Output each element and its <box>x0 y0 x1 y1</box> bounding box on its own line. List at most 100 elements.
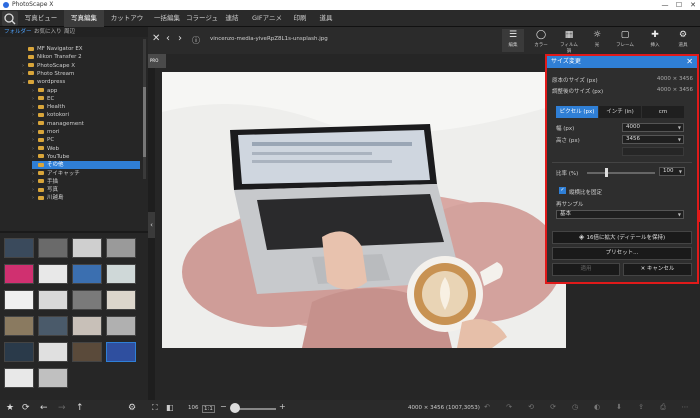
resample-select[interactable]: 基本 ▼ <box>556 210 684 219</box>
tool-button[interactable]: ⚙ 道具 <box>672 29 694 52</box>
dialog-close-icon[interactable]: ✕ <box>686 56 693 68</box>
history-icon[interactable]: ◷ <box>566 403 584 417</box>
tree-item[interactable]: › 川越島 <box>32 194 140 202</box>
tree-item[interactable]: › アイキャッチ <box>32 170 140 178</box>
thumbnail[interactable] <box>4 368 34 388</box>
keep-ratio-checkbox[interactable]: ✓ <box>559 187 566 194</box>
thumbnail[interactable] <box>38 342 68 362</box>
thumbnail[interactable] <box>4 316 34 336</box>
actual-size-button[interactable]: 1:1 <box>202 405 215 413</box>
tree-item[interactable]: › 写真 <box>32 186 140 194</box>
sidebar-tab-folders[interactable]: フォルダー <box>4 27 32 37</box>
thumbnail[interactable] <box>106 316 136 336</box>
thumbnail[interactable] <box>4 264 34 284</box>
tab-photo-editor[interactable]: 写真編集 <box>64 10 104 27</box>
prev-image-icon[interactable]: ‹ <box>166 33 170 44</box>
tool-button[interactable]: ◯ カラー <box>530 29 552 52</box>
more-icon[interactable]: ⋯ <box>676 403 694 417</box>
tree-item[interactable]: › mori <box>32 128 140 136</box>
unit-tab-inches[interactable]: インチ (in) <box>599 106 641 118</box>
unit-tab-pixels[interactable]: ピクセル (px) <box>556 106 598 118</box>
thumbnail[interactable] <box>72 290 102 310</box>
tab-combine[interactable]: 連結 <box>222 10 242 27</box>
thumbnail[interactable] <box>38 238 68 258</box>
tab-photo-viewer[interactable]: 写真ビューアー <box>22 10 60 39</box>
thumbnail[interactable] <box>38 264 68 284</box>
info-icon[interactable]: ⓘ <box>192 35 200 46</box>
tree-item[interactable]: › Photo Stream <box>22 70 140 78</box>
show-original-icon[interactable]: ◐ <box>588 403 606 417</box>
ratio-slider-track[interactable] <box>587 172 655 174</box>
ratio-slider-knob[interactable] <box>605 168 608 177</box>
tree-item[interactable]: › YouTube <box>32 153 140 161</box>
zoom-slider-knob[interactable] <box>230 403 240 413</box>
close-window-button[interactable]: ✕ <box>686 0 700 10</box>
photo-canvas[interactable] <box>162 72 566 348</box>
export-icon[interactable]: ⎙ <box>654 403 672 417</box>
width-dropdown-icon[interactable]: ▼ <box>678 124 681 131</box>
thumbnail[interactable] <box>4 342 34 362</box>
thumbnail[interactable] <box>72 342 102 362</box>
redo-all-icon[interactable]: ⟳ <box>544 403 562 417</box>
thumbnail[interactable] <box>106 238 136 258</box>
forward-arrow-icon[interactable]: → <box>58 403 66 413</box>
sidebar-tab-favorites[interactable]: お気に入り <box>34 27 62 37</box>
tool-button[interactable]: ☼ 光 <box>586 29 608 52</box>
tree-item[interactable]: › EC <box>32 95 140 103</box>
thumbnail[interactable] <box>72 264 102 284</box>
up-arrow-icon[interactable]: ↑ <box>76 403 84 413</box>
height-dropdown-icon[interactable]: ▼ <box>678 136 681 143</box>
tree-item[interactable]: MF Navigator EX <box>22 45 140 53</box>
compare-icon[interactable]: ◧ <box>166 403 174 412</box>
thumbnail[interactable] <box>72 316 102 336</box>
height-input[interactable]: 3456 ▼ <box>622 135 684 144</box>
maximize-button[interactable]: ☐ <box>672 0 686 10</box>
resample-dropdown-icon[interactable]: ▼ <box>678 211 681 218</box>
tool-button[interactable]: ☰ 編集 <box>502 29 524 52</box>
refresh-icon[interactable]: ⟳ <box>22 403 30 413</box>
tab-tools[interactable]: 道具 <box>316 10 336 27</box>
undo-all-icon[interactable]: ⟲ <box>522 403 540 417</box>
tab-print[interactable]: 印刷 <box>290 10 310 27</box>
unit-tab-cm[interactable]: cm <box>642 106 684 118</box>
width-input[interactable]: 4000 ▼ <box>622 123 684 132</box>
tab-cutout[interactable]: カットアウト <box>108 10 146 39</box>
crop-icon[interactable]: ⛶ <box>152 403 158 413</box>
redo-icon[interactable]: ↷ <box>500 403 518 417</box>
zoom-in-icon[interactable]: + <box>279 402 286 411</box>
zoom-slider-track[interactable] <box>236 408 276 410</box>
tree-item[interactable]: › Health <box>32 103 140 111</box>
save-icon[interactable]: ⬇ <box>610 403 628 417</box>
tree-item[interactable]: › app <box>32 87 140 95</box>
tab-collage[interactable]: コラージュ <box>186 10 218 27</box>
thumbnail[interactable] <box>4 238 34 258</box>
minimize-button[interactable]: — <box>658 0 672 10</box>
sidebar-tab-nearby[interactable]: 周辺 <box>64 27 75 37</box>
tree-item[interactable]: › management <box>32 120 140 128</box>
star-icon[interactable]: ★ <box>6 403 14 413</box>
tab-gif-animation[interactable]: GIFアニメ <box>250 10 284 27</box>
undo-icon[interactable]: ↶ <box>478 403 496 417</box>
tab-batch-edit[interactable]: 一括編集 <box>150 10 184 27</box>
tree-item[interactable]: ⌄ wordpress <box>22 78 140 86</box>
tool-button[interactable]: ✚ 挿入 <box>644 29 666 52</box>
thumbnail[interactable] <box>106 264 136 284</box>
collapse-sidebar-handle[interactable]: ‹ <box>148 212 155 238</box>
tree-item[interactable]: その他 <box>32 161 140 170</box>
tree-item[interactable]: › kotokori <box>32 111 140 119</box>
thumbnail[interactable] <box>38 290 68 310</box>
tree-scrollbar-thumb[interactable] <box>143 87 146 157</box>
back-arrow-icon[interactable]: ← <box>40 403 48 413</box>
tree-item[interactable]: › PhotoScape X <box>22 62 140 70</box>
zoom-out-icon[interactable]: − <box>220 402 227 411</box>
thumbnail[interactable] <box>38 316 68 336</box>
search-app-icon[interactable] <box>2 11 18 26</box>
gear-icon[interactable]: ⚙ <box>128 403 136 413</box>
ratio-input[interactable]: 100 ▼ <box>659 167 685 176</box>
preset-button[interactable]: プリセット... <box>552 247 692 260</box>
next-image-icon[interactable]: › <box>178 33 182 44</box>
thumbnail[interactable] <box>106 342 136 362</box>
tree-item[interactable]: › PC <box>32 136 140 144</box>
ratio-dropdown-icon[interactable]: ▼ <box>679 168 682 175</box>
thumbnail[interactable] <box>106 290 136 310</box>
